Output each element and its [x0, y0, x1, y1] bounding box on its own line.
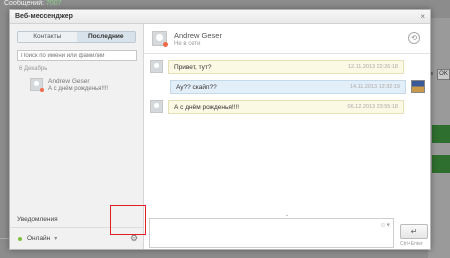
message-bubble: Привет, тут? 12.11.2013 22:26:18 [168, 60, 404, 74]
background-green-block [432, 155, 450, 173]
status-selector[interactable]: Онлайн [27, 235, 50, 242]
message-row: А с днём рожденья!!!! 06.12.2013 23:55:1… [150, 100, 404, 114]
contact-search-input[interactable] [17, 50, 137, 61]
message-list: Привет, тут? 12.11.2013 22:26:18 Ау?? ск… [144, 60, 430, 210]
contact-name: Andrew Geser [48, 78, 90, 85]
background-messages-count: 7007 [46, 0, 62, 7]
avatar [30, 78, 44, 92]
message-row: Привет, тут? 12.11.2013 22:26:18 [150, 60, 404, 74]
smiley-icon[interactable]: ☺▾ [379, 221, 390, 229]
message-bubble: Ау?? скайп?? 14.11.2013 12:32:19 [170, 80, 406, 94]
avatar [150, 100, 163, 113]
notifications-link[interactable]: Уведомления [17, 216, 58, 223]
offline-status-icon [163, 42, 168, 47]
chat-header: Andrew Geser Не в сети ⟲ [144, 24, 430, 54]
background-messages-label: Сообщений: [4, 0, 45, 7]
chat-contact-status: Не в сети [174, 40, 201, 47]
dialog-body: Контакты Последние 6 Декабрь Andrew Gese… [10, 24, 430, 249]
send-button[interactable]: ↵ [400, 224, 428, 239]
online-status-icon [18, 236, 22, 241]
close-icon[interactable]: × [420, 12, 425, 21]
message-time: 06.12.2013 23:55:18 [347, 104, 398, 110]
avatar [411, 80, 425, 93]
dialog-title: Веб-мессенджер [15, 13, 73, 20]
offline-status-icon [40, 88, 44, 92]
chevron-down-icon[interactable]: ▾ [54, 235, 57, 242]
date-group-label: 6 Декабрь [19, 66, 48, 72]
avatar [150, 60, 163, 73]
background-green-block [432, 125, 450, 143]
chat-contact-name[interactable]: Andrew Geser [174, 31, 222, 40]
message-input[interactable]: ☺▾ [149, 218, 394, 248]
tab-contacts[interactable]: Контакты [18, 32, 77, 42]
message-row: Ау?? скайп?? 14.11.2013 12:32:19 [170, 80, 425, 94]
enter-icon: ↵ [410, 227, 418, 236]
history-button[interactable]: ⟲ [408, 32, 420, 44]
dialog-titlebar[interactable]: Веб-мессенджер × [10, 10, 430, 24]
message-time: 12.11.2013 22:26:18 [347, 64, 398, 70]
send-hotkey-hint: Ctrl+Enter [400, 241, 423, 247]
history-icon: ⟲ [411, 35, 417, 42]
message-text: Ау?? скайп?? [176, 83, 217, 91]
message-time: 14.11.2013 12:32:19 [349, 84, 400, 90]
message-text: Привет, тут? [174, 63, 212, 71]
avatar [152, 31, 168, 47]
message-text: А с днём рожденья!!!! [174, 103, 240, 111]
message-bubble: А с днём рожденья!!!! 06.12.2013 23:55:1… [168, 100, 404, 114]
web-messenger-dialog: Веб-мессенджер × Контакты Последние 6 Де… [9, 9, 431, 250]
sidebar-tabs: Контакты Последние [17, 31, 136, 43]
highlight-box [110, 205, 146, 235]
background-ok-button: OK [437, 69, 450, 80]
background-messages-counter: Сообщений: 7007 [4, 0, 62, 7]
chat-panel: Andrew Geser Не в сети ⟲ Привет, тут? 12… [144, 24, 430, 249]
recent-contact-item[interactable]: Andrew Geser А с днём рожденья!!!! [30, 78, 143, 92]
last-message-preview: А с днём рожденья!!!! [48, 86, 109, 92]
tab-recent[interactable]: Последние [76, 32, 135, 42]
